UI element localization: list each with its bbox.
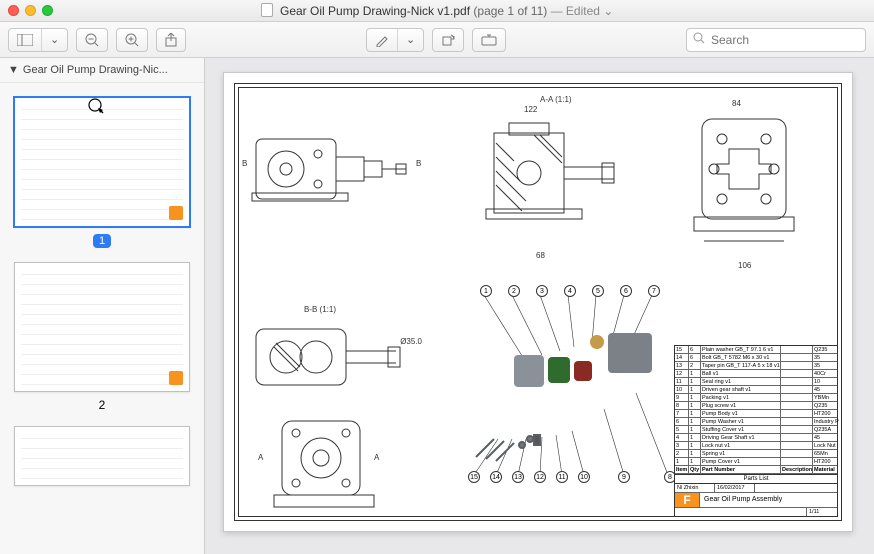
author-label: Ni Zhixin (675, 484, 715, 492)
col-part: Part Number (701, 466, 781, 473)
parts-list-row: 156Plain washer GB_T 97.1 6 v1Q235 (675, 346, 837, 354)
toolbar: ⌄ ⌄ (0, 22, 874, 58)
col-item: Item (675, 466, 689, 473)
callout-15: 15 (468, 471, 480, 483)
drawing-title: Gear Oil Pump Assembly (699, 493, 837, 507)
parts-list-row: 91Packing v1YBMn (675, 394, 837, 402)
page-thumbnail-2[interactable] (14, 262, 190, 392)
title-dropdown-icon[interactable]: ⌄ (603, 4, 613, 18)
parts-list-row: 21Spring v165Mn (675, 450, 837, 458)
sidebar-toggle-button[interactable] (9, 29, 42, 51)
parts-list-row: 121Ball v140Cr (675, 370, 837, 378)
page-number-badge: 1 (93, 234, 111, 248)
rotate-button[interactable] (432, 28, 464, 52)
page-thumbnail-3[interactable] (14, 426, 190, 486)
parts-list-row: 146Bolt GB_T 5782 M6 x 30 v135 (675, 354, 837, 362)
date-label: 16/02/2017 (715, 484, 755, 492)
document-icon (261, 3, 273, 17)
callout-10: 10 (578, 471, 590, 483)
section-bb-label: B-B (1:1) (304, 305, 336, 314)
page-number-label: 2 (99, 398, 106, 412)
page-thumbnail-1[interactable] (14, 97, 190, 227)
sidebar-header[interactable]: ▼ Gear Oil Pump Drawing-Nic... (0, 58, 204, 83)
window-controls (8, 5, 53, 16)
title-page-info: (page 1 of 11) (473, 4, 547, 18)
title-edited: — Edited (551, 4, 600, 18)
section-mark-b-left: B (242, 159, 247, 168)
zoom-in-button[interactable] (116, 28, 148, 52)
sidebar-filename-label: Gear Oil Pump Drawing-Nic... (23, 64, 168, 76)
document-viewport[interactable]: B B A-A (1:1) 12 2 (205, 58, 874, 554)
dim-68: 68 (536, 251, 545, 260)
bottom-left-view: A A (264, 413, 394, 513)
right-view (684, 109, 804, 259)
section-mark-b-right: B (416, 159, 421, 168)
parts-list-title: Parts List (675, 474, 837, 484)
col-mat: Material (813, 466, 839, 473)
search-field[interactable] (686, 28, 866, 52)
markup-dropdown[interactable]: ⌄ (398, 29, 423, 51)
share-button[interactable] (156, 28, 186, 52)
callout-6: 6 (620, 285, 632, 297)
title-filename: Gear Oil Pump Drawing-Nick v1.pdf (280, 4, 470, 18)
section-mark-a-left: A (258, 453, 263, 462)
fusion-logo-icon: F (675, 493, 699, 507)
callout-1: 1 (480, 285, 492, 297)
zoom-out-button[interactable] (76, 28, 108, 52)
parts-list-row: 81Plug screw v1Q235 (675, 402, 837, 410)
parts-list-row: 51Stuffing Cover v1Q235A (675, 426, 837, 434)
callout-14: 14 (490, 471, 502, 483)
window-title: Gear Oil Pump Drawing-Nick v1.pdf (page … (0, 3, 874, 18)
exploded-view (454, 289, 684, 479)
minimize-window-button[interactable] (25, 5, 36, 16)
main-area: ▼ Gear Oil Pump Drawing-Nic... 1 2 (0, 58, 874, 554)
section-aa-view (474, 113, 624, 253)
search-input[interactable] (711, 33, 866, 47)
markup-toolbar-button[interactable] (472, 28, 506, 52)
section-aa-label: A-A (1:1) (540, 95, 572, 104)
callout-2: 2 (508, 285, 520, 297)
section-mark-a-right: A (374, 453, 379, 462)
thumbnails-sidebar[interactable]: ▼ Gear Oil Pump Drawing-Nic... 1 2 (0, 58, 205, 554)
callout-13: 13 (512, 471, 524, 483)
disclosure-triangle-icon[interactable]: ▼ (8, 64, 19, 76)
col-qty: Qty (689, 466, 701, 473)
dim-phi35: Ø35.0 (400, 337, 422, 346)
view-mode-group: ⌄ (8, 28, 68, 52)
dim-84: 84 (732, 99, 741, 108)
parts-list-row: 61Pump Washer v1Industry Paper (675, 418, 837, 426)
parts-list-row: 11Pump Cover v1HT200 (675, 458, 837, 466)
parts-list: 156Plain washer GB_T 97.1 6 v1Q235146Bol… (675, 346, 837, 466)
sheet-number: 1/11 (807, 508, 837, 516)
close-window-button[interactable] (8, 5, 19, 16)
section-bb-view: Ø35.0 (246, 317, 416, 397)
title-block: 156Plain washer GB_T 97.1 6 v1Q235146Bol… (674, 345, 838, 517)
callout-5: 5 (592, 285, 604, 297)
callout-12: 12 (534, 471, 546, 483)
col-desc: Description (781, 466, 813, 473)
markup-group: ⌄ (366, 28, 424, 52)
callout-11: 11 (556, 471, 568, 483)
parts-list-row: 132Taper pin GB_T 117-A 5 x 18 v135 (675, 362, 837, 370)
callout-4: 4 (564, 285, 576, 297)
parts-list-row: 111Seal ring v110 (675, 378, 837, 386)
drawing-sheet: B B A-A (1:1) 12 2 (223, 72, 853, 532)
callout-3: 3 (536, 285, 548, 297)
callout-9: 9 (618, 471, 630, 483)
parts-list-row: 31Lock nut v1Lock Nut (675, 442, 837, 450)
parts-list-row: 101Driven gear shaft v145 (675, 386, 837, 394)
zoom-window-button[interactable] (42, 5, 53, 16)
search-icon (693, 32, 705, 47)
callout-7: 7 (648, 285, 660, 297)
parts-list-row: 41Driving Gear Shaft v145 (675, 434, 837, 442)
markup-button[interactable] (367, 29, 398, 51)
view-mode-dropdown[interactable]: ⌄ (42, 29, 67, 51)
titlebar: Gear Oil Pump Drawing-Nick v1.pdf (page … (0, 0, 874, 22)
dim-106: 106 (738, 261, 751, 270)
front-view: B B (246, 109, 416, 219)
parts-list-row: 71Pump Body v1HT200 (675, 410, 837, 418)
